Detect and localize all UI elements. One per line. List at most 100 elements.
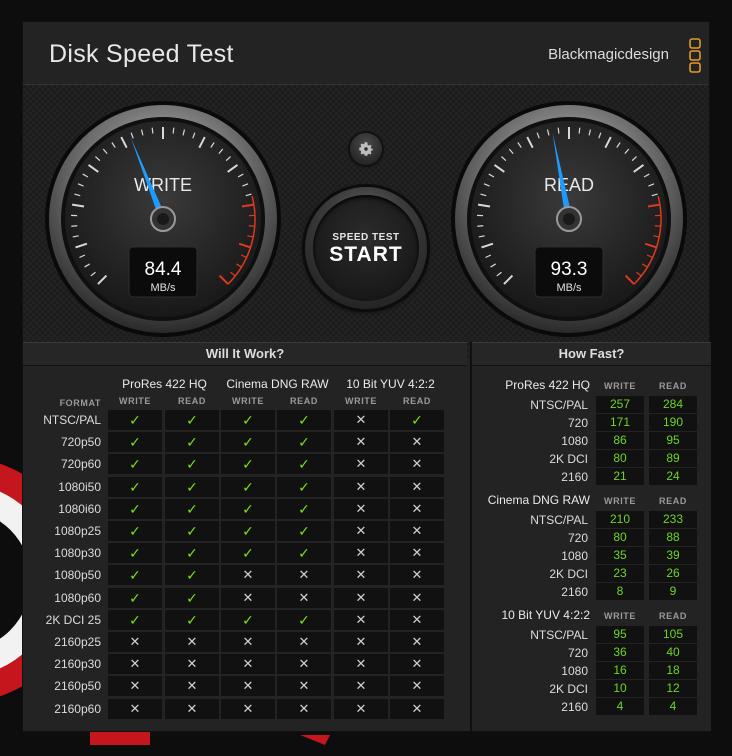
format-label: 2160 bbox=[561, 470, 588, 484]
table-row: 720 80 88 bbox=[472, 529, 711, 547]
table-row: 1080i60 ✓ ✓ ✓ ✓ ✕ ✕ bbox=[23, 498, 467, 520]
read-speed-value: 88 bbox=[649, 529, 697, 546]
table-row: NTSC/PAL 210 233 bbox=[472, 511, 711, 529]
format-label: 2K DCI 25 bbox=[45, 612, 101, 627]
write-subheader: WRITE bbox=[604, 496, 636, 506]
cross-icon: ✕ bbox=[221, 587, 275, 608]
app-title: Disk Speed Test bbox=[49, 40, 234, 68]
format-label: 2160 bbox=[561, 700, 588, 714]
read-value: 93.3 bbox=[551, 259, 588, 280]
read-speed-value: 40 bbox=[649, 644, 697, 661]
write-speed-value: 171 bbox=[596, 414, 644, 431]
gauge-tick bbox=[151, 127, 154, 134]
table-row: NTSC/PAL 257 284 bbox=[472, 396, 711, 414]
check-icon: ✓ bbox=[108, 587, 162, 608]
format-label: 1080 bbox=[561, 434, 588, 448]
cross-icon: ✕ bbox=[108, 676, 162, 697]
cross-icon: ✕ bbox=[221, 676, 275, 697]
cross-icon: ✕ bbox=[334, 698, 388, 719]
cross-icon: ✕ bbox=[108, 632, 162, 652]
cross-icon: ✕ bbox=[390, 698, 444, 719]
check-icon: ✓ bbox=[108, 543, 162, 564]
table-row: 1080p25 ✓ ✓ ✓ ✓ ✕ ✕ bbox=[23, 521, 467, 542]
blackmagic-logo-icon bbox=[689, 38, 701, 73]
write-gauge-label: WRITE bbox=[134, 175, 192, 195]
cross-icon: ✕ bbox=[390, 476, 444, 497]
cross-icon: ✕ bbox=[334, 587, 388, 608]
check-icon: ✓ bbox=[108, 565, 162, 586]
check-icon: ✓ bbox=[108, 498, 162, 519]
write-speed-value: 80 bbox=[596, 450, 644, 467]
write-subheader: WRITE bbox=[604, 611, 636, 621]
codec-header: ProRes 422 HQ bbox=[122, 377, 207, 391]
read-speed-value: 39 bbox=[649, 547, 697, 564]
codec-header: 10 Bit YUV 4:2:2 bbox=[346, 377, 435, 391]
cross-icon: ✕ bbox=[390, 609, 444, 630]
format-label: 720 bbox=[567, 531, 588, 545]
cross-icon: ✕ bbox=[221, 632, 275, 652]
cross-icon: ✕ bbox=[165, 654, 219, 675]
settings-button[interactable] bbox=[350, 133, 382, 165]
write-subheader: WRITE bbox=[232, 396, 264, 406]
table-row: 2160p30 ✕ ✕ ✕ ✕ ✕ ✕ bbox=[23, 654, 467, 675]
read-subheader: READ bbox=[659, 381, 687, 391]
format-label: 2160 bbox=[561, 585, 588, 599]
read-speed-value: 4 bbox=[649, 698, 697, 715]
format-label: NTSC/PAL bbox=[43, 413, 101, 427]
table-row: 1080 86 95 bbox=[472, 432, 711, 450]
format-label: 1080 bbox=[561, 549, 588, 563]
cross-icon: ✕ bbox=[334, 410, 388, 430]
table-row: 2160 8 9 bbox=[472, 583, 711, 601]
needle-hub-center bbox=[563, 213, 575, 225]
check-icon: ✓ bbox=[221, 476, 275, 497]
start-button[interactable]: SPEED TEST START bbox=[305, 187, 427, 309]
cross-icon: ✕ bbox=[221, 565, 275, 586]
write-speed-value: 36 bbox=[596, 644, 644, 661]
write-speed-value: 16 bbox=[596, 662, 644, 679]
check-icon: ✓ bbox=[277, 410, 331, 430]
write-subheader: WRITE bbox=[119, 396, 151, 406]
table-row: 2160p25 ✕ ✕ ✕ ✕ ✕ ✕ bbox=[23, 632, 467, 653]
write-gauge: WRITE 84.4 MB/s bbox=[45, 101, 281, 337]
table-row: 720p50 ✓ ✓ ✓ ✓ ✕ ✕ bbox=[23, 432, 467, 453]
read-gauge-label: READ bbox=[544, 175, 594, 195]
cross-icon: ✕ bbox=[334, 632, 388, 652]
format-label: NTSC/PAL bbox=[530, 398, 588, 412]
table-row: 720p60 ✓ ✓ ✓ ✓ ✕ ✕ bbox=[23, 454, 467, 475]
read-speed-value: 190 bbox=[649, 414, 697, 431]
table-row: 1080p50 ✓ ✓ ✕ ✕ ✕ ✕ bbox=[23, 565, 467, 586]
cross-icon: ✕ bbox=[277, 587, 331, 608]
cross-icon: ✕ bbox=[334, 432, 388, 453]
format-label: 2K DCI bbox=[549, 567, 588, 581]
format-label: 2160p30 bbox=[54, 657, 101, 672]
cross-icon: ✕ bbox=[277, 654, 331, 675]
write-speed-value: 10 bbox=[596, 680, 644, 697]
table-row: 720 36 40 bbox=[472, 644, 711, 662]
cross-icon: ✕ bbox=[334, 609, 388, 630]
check-icon: ✓ bbox=[221, 454, 275, 475]
check-icon: ✓ bbox=[277, 609, 331, 630]
format-label: 2K DCI bbox=[549, 452, 588, 466]
cross-icon: ✕ bbox=[165, 676, 219, 697]
cross-icon: ✕ bbox=[334, 454, 388, 475]
table-row: 2160p50 ✕ ✕ ✕ ✕ ✕ ✕ bbox=[23, 676, 467, 697]
check-icon: ✓ bbox=[165, 410, 219, 430]
format-label: 1080p50 bbox=[54, 568, 101, 583]
check-icon: ✓ bbox=[277, 454, 331, 475]
write-value: 84.4 bbox=[145, 259, 182, 280]
check-icon: ✓ bbox=[165, 521, 219, 541]
read-subheader: READ bbox=[659, 496, 687, 506]
format-label: 1080 bbox=[561, 664, 588, 678]
start-button-label: START bbox=[329, 243, 403, 266]
gear-icon bbox=[359, 142, 373, 156]
check-icon: ✓ bbox=[165, 498, 219, 519]
check-icon: ✓ bbox=[221, 609, 275, 630]
format-label: 2K DCI bbox=[549, 682, 588, 696]
format-label: 720p60 bbox=[60, 457, 101, 472]
check-icon: ✓ bbox=[165, 565, 219, 586]
cross-icon: ✕ bbox=[334, 676, 388, 697]
read-speed-value: 12 bbox=[649, 680, 697, 697]
check-icon: ✓ bbox=[221, 410, 275, 430]
check-icon: ✓ bbox=[165, 543, 219, 564]
table-row: 2160p60 ✕ ✕ ✕ ✕ ✕ ✕ bbox=[23, 698, 467, 720]
